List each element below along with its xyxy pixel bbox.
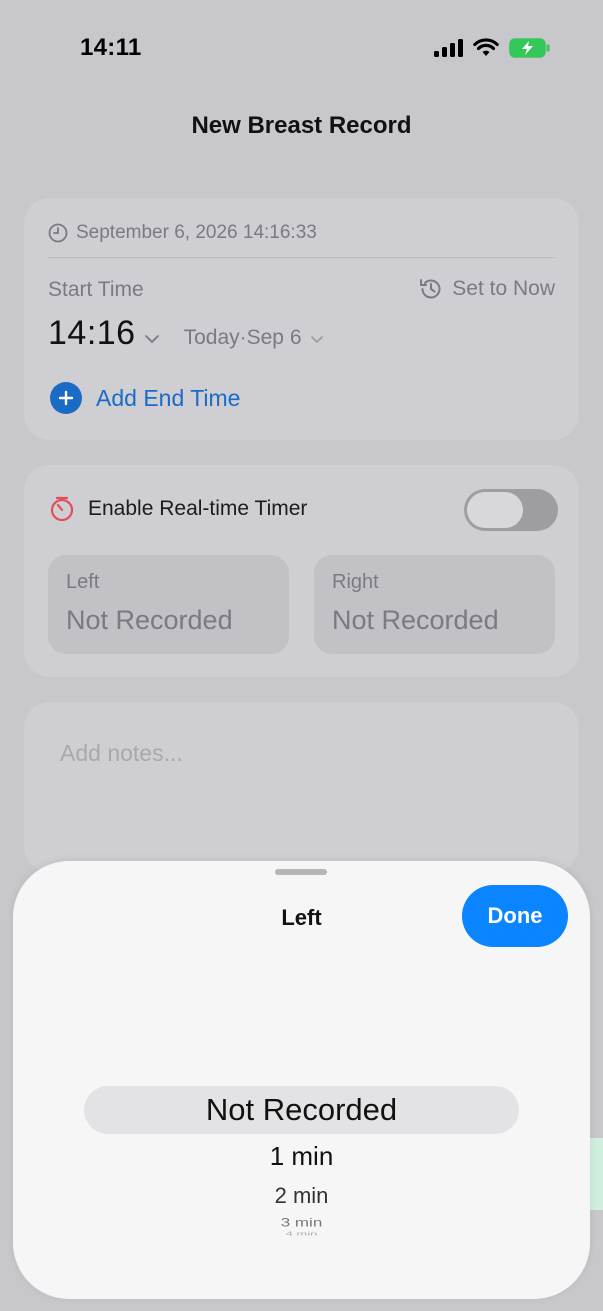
sheet-grabber[interactable] <box>275 869 327 875</box>
set-to-now-button[interactable]: Set to Now <box>418 276 555 302</box>
left-side-button[interactable]: Left Not Recorded <box>48 555 289 654</box>
cellular-signal-icon <box>434 39 463 57</box>
plus-circle-icon <box>50 382 82 414</box>
start-time-label: Start Time <box>48 278 144 301</box>
set-to-now-label: Set to Now <box>452 277 555 300</box>
timer-card: Enable Real-time Timer Left Not Recorded… <box>24 465 579 677</box>
divider <box>48 257 555 258</box>
done-button[interactable]: Done <box>462 885 568 947</box>
wifi-icon <box>473 38 499 56</box>
right-side-value: Not Recorded <box>332 605 499 635</box>
realtime-timer-toggle[interactable] <box>464 489 558 531</box>
start-time-row: 14:16 Today·Sep 6 <box>48 314 324 353</box>
left-side-label: Left <box>66 571 100 593</box>
picker-option[interactable]: Not Recorded <box>13 1092 590 1128</box>
notes-placeholder: Add notes... <box>60 740 183 766</box>
screen: 14:11 New Breast Record September 6, 202… <box>0 0 603 1311</box>
status-time: 14:11 <box>80 34 142 61</box>
add-end-time-button[interactable]: Add End Time <box>50 382 240 414</box>
add-end-time-label: Add End Time <box>96 384 241 411</box>
battery-charging-icon <box>509 38 550 58</box>
duration-picker-sheet: Left Done Not Recorded 1 min 2 min 3 min… <box>13 861 590 1299</box>
start-time-value[interactable]: 14:16 <box>48 314 136 353</box>
start-date-value[interactable]: Today·Sep 6 <box>184 326 302 350</box>
status-bar: 14:11 <box>0 0 603 96</box>
chevron-down-icon[interactable] <box>144 334 160 344</box>
picker-option[interactable]: 3 min <box>13 1216 590 1230</box>
enable-timer-label: Enable Real-time Timer <box>88 497 308 520</box>
right-side-button[interactable]: Right Not Recorded <box>314 555 555 654</box>
picker-option[interactable]: 4 min <box>13 1231 590 1237</box>
chevron-down-icon[interactable] <box>310 335 324 344</box>
clock-icon <box>48 223 68 243</box>
record-timestamp: September 6, 2026 14:16:33 <box>76 222 317 243</box>
picker-option[interactable]: 1 min <box>13 1141 590 1172</box>
start-time-card: September 6, 2026 14:16:33 Start Time Se… <box>24 198 579 440</box>
page-title: New Breast Record <box>191 112 412 139</box>
picker-option[interactable]: 2 min <box>13 1183 590 1209</box>
notes-field[interactable]: Add notes... <box>24 702 579 872</box>
right-side-label: Right <box>332 571 379 593</box>
record-timestamp-row: September 6, 2026 14:16:33 <box>48 222 317 244</box>
status-icons <box>434 38 551 58</box>
toggle-knob <box>467 492 523 528</box>
timer-icon <box>50 496 74 522</box>
history-clock-icon <box>420 279 441 299</box>
left-side-value: Not Recorded <box>66 605 233 635</box>
realtime-timer-row: Enable Real-time Timer <box>48 495 307 523</box>
